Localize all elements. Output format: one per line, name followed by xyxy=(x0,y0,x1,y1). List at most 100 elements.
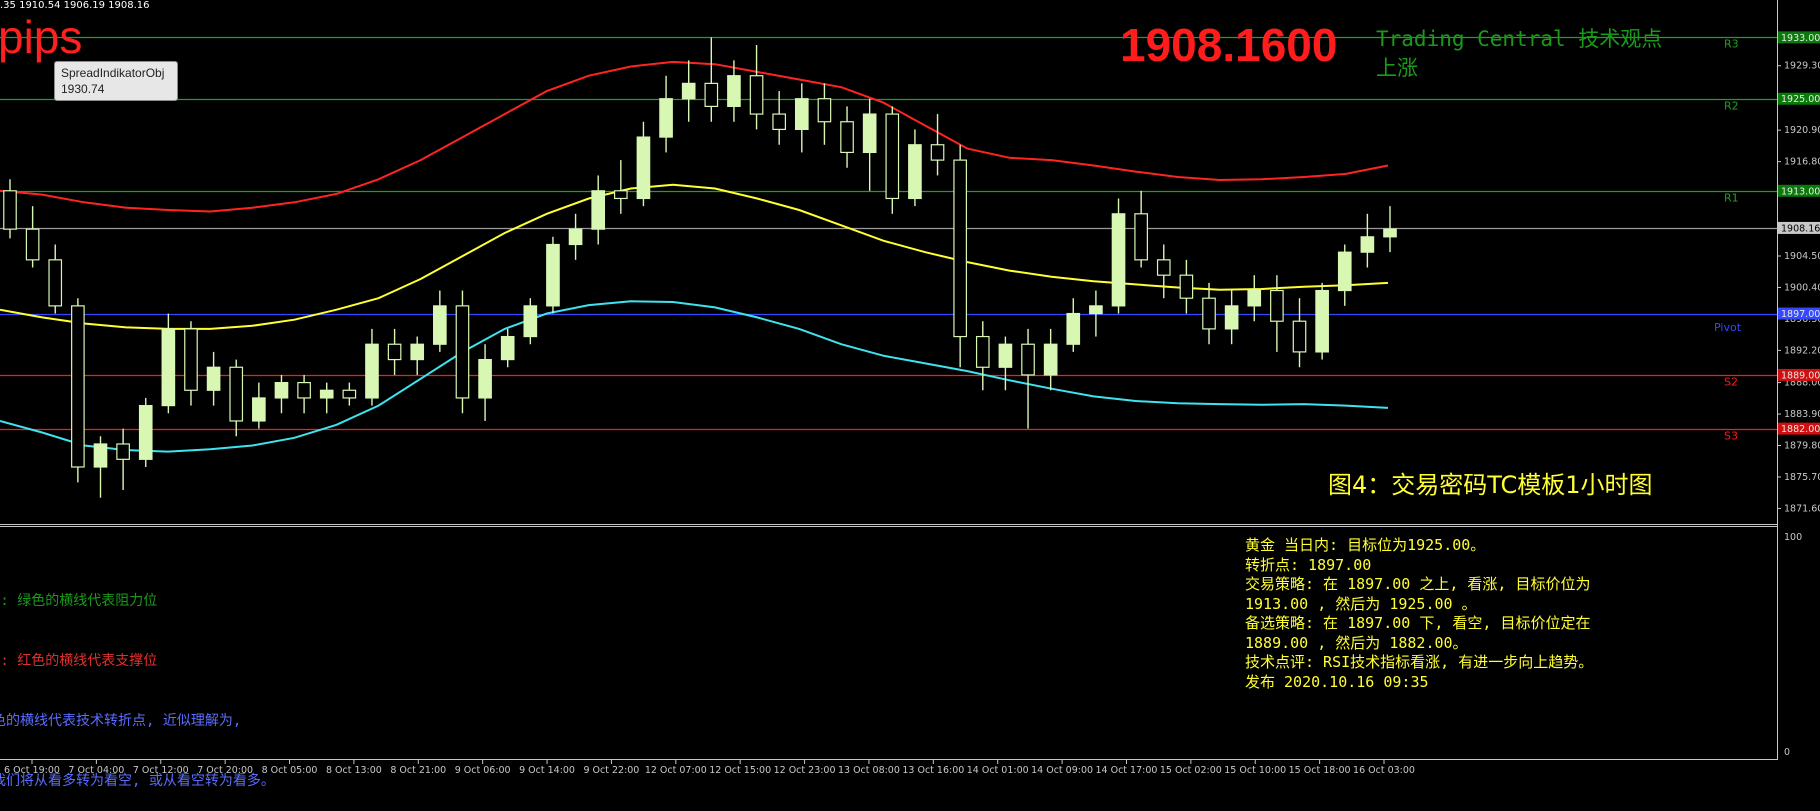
trading-central-view: Trading Central 技术观点 上涨 xyxy=(1376,25,1662,83)
tooltip-value: 1930.74 xyxy=(61,82,105,96)
candle-body xyxy=(274,381,289,399)
candle-body xyxy=(975,335,990,368)
level-label-s2: S2 xyxy=(1724,376,1738,389)
candle-body xyxy=(184,328,198,391)
y-tick-label: 1916.80 xyxy=(1784,157,1820,168)
candle-body xyxy=(817,98,832,123)
candle-body xyxy=(749,75,764,115)
candle-body xyxy=(953,159,967,338)
candle-body xyxy=(1383,228,1397,238)
candle-body xyxy=(342,389,357,399)
candle-body xyxy=(523,305,538,338)
candle-body xyxy=(1224,305,1239,330)
candle-body xyxy=(908,144,922,200)
candle-body xyxy=(681,82,696,100)
candle-body xyxy=(636,136,651,200)
analysis-line: 黄金 当日内: 目标位为1925.00。 xyxy=(1245,536,1486,554)
y-tick-label: 1883.90 xyxy=(1784,409,1820,420)
x-tick-label: 14 Oct 09:00 xyxy=(1031,765,1093,776)
candle-body xyxy=(727,75,741,107)
analysis-line: 1889.00 , 然后为 1882.00。 xyxy=(1245,633,1468,652)
candle-body xyxy=(930,144,945,161)
y-tick-label: 1892.20 xyxy=(1784,345,1820,356)
candle-body xyxy=(546,243,560,307)
figure-caption: 图4：交易密码TC模板1小时图 xyxy=(1328,471,1653,499)
candle-body xyxy=(1337,251,1352,292)
legend-note: 色的横线代表技术转折点, 近似理解为, xyxy=(0,713,242,729)
legend-note: 3: 绿色的横线代表阻力位 xyxy=(0,593,158,609)
candle-body xyxy=(138,405,153,460)
pips-label: pips xyxy=(0,11,83,63)
candle-body xyxy=(319,389,334,399)
analysis-line: 交易策略: 在 1897.00 之上, 看涨, 目标价位为 xyxy=(1245,575,1591,593)
y-tick-label: 1900.40 xyxy=(1784,282,1820,293)
candle-body xyxy=(297,381,311,399)
level-label-r2: R2 xyxy=(1724,100,1739,113)
candle-body xyxy=(25,228,40,261)
analysis-line: 1913.00 , 然后为 1925.00 。 xyxy=(1245,594,1477,613)
x-tick-label: 9 Oct 22:00 xyxy=(583,765,639,776)
legend-notes: 3: 绿色的横线代表阻力位 3: 红色的横线代表支撑位 色的横线代表技术转折点,… xyxy=(0,551,275,811)
candle-body xyxy=(478,358,492,399)
tc-title-line: Trading Central 技术观点 xyxy=(1376,27,1663,51)
level-label-r1: R1 xyxy=(1724,192,1739,205)
candle-body xyxy=(568,228,583,246)
candle-body xyxy=(772,113,787,131)
y-tick-label: 1875.70 xyxy=(1784,472,1820,483)
sub-y-tick-label: 0 xyxy=(1784,747,1790,758)
x-tick-label: 8 Oct 13:00 xyxy=(326,765,382,776)
candle-body xyxy=(161,328,176,407)
candle-body xyxy=(116,443,130,460)
x-tick-label: 14 Oct 17:00 xyxy=(1096,765,1158,776)
candle-body xyxy=(1292,320,1307,353)
candle-body xyxy=(1021,343,1035,376)
sub-y-tick-label: 100 xyxy=(1784,532,1802,543)
current-price-display: 1908.1600 xyxy=(1120,19,1338,71)
candle-body xyxy=(1247,289,1262,307)
tooltip-title: SpreadIndikatorObj xyxy=(61,66,165,80)
analysis-line: 备选策略: 在 1897.00 下, 看空, 目标价位定在 xyxy=(1245,614,1591,632)
candle-body xyxy=(591,190,606,230)
level-label-r3: R3 xyxy=(1724,38,1739,51)
price-tag-label: 1882.00 xyxy=(1781,424,1820,435)
x-tick-label: 9 Oct 06:00 xyxy=(455,765,511,776)
candle-body xyxy=(410,343,425,361)
candle-body xyxy=(500,335,515,361)
candle-body xyxy=(704,82,719,107)
candle-body xyxy=(3,190,17,230)
candle-body xyxy=(1179,274,1194,299)
x-tick-label: 13 Oct 16:00 xyxy=(902,765,964,776)
y-tick-label: 1904.50 xyxy=(1784,251,1820,262)
price-tag-label: 1908.16 xyxy=(1781,223,1820,234)
candle-body xyxy=(48,259,63,307)
y-tick-label: 1929.30 xyxy=(1784,61,1820,72)
candle-body xyxy=(252,397,266,422)
candle-body xyxy=(433,305,447,345)
ohlc-readout: .35 1910.54 1906.19 1908.16 xyxy=(0,0,150,11)
x-tick-label: 15 Oct 10:00 xyxy=(1224,765,1286,776)
candle-body xyxy=(93,443,108,468)
candle-body xyxy=(794,98,809,131)
legend-note: 3: 红色的横线代表支撑位 xyxy=(0,653,158,669)
candle-body xyxy=(229,366,244,422)
candle-body xyxy=(1156,259,1171,276)
level-label-pivot: Pivot xyxy=(1714,321,1742,334)
candle-body xyxy=(1202,297,1216,330)
candle-body xyxy=(1315,289,1329,353)
price-tag-label: 1889.00 xyxy=(1781,370,1820,381)
x-tick-label: 16 Oct 03:00 xyxy=(1353,765,1415,776)
candle-body xyxy=(1043,343,1058,376)
candle-body xyxy=(840,121,854,154)
candle-body xyxy=(1270,289,1284,322)
legend-note: 我们将从看多转为看空, 或从看空转为看多。 xyxy=(0,773,275,789)
x-tick-label: 14 Oct 01:00 xyxy=(967,765,1029,776)
analysis-line: 发布 2020.10.16 09:35 xyxy=(1245,672,1429,691)
candle-body xyxy=(1089,305,1103,315)
analysis-notes: 黄金 当日内: 目标位为1925.00。 转折点: 1897.00 交易策略: … xyxy=(1245,536,1593,692)
price-tag-label: 1913.00 xyxy=(1781,186,1820,197)
candle-body xyxy=(206,366,221,391)
price-tag-label: 1925.00 xyxy=(1781,94,1820,105)
analysis-line: 技术点评: RSI技术指标看涨, 有进一步向上趋势。 xyxy=(1245,653,1594,671)
candle-body xyxy=(1066,312,1081,345)
spread-indicator-tooltip: SpreadIndikatorObj 1930.74 xyxy=(54,61,178,101)
